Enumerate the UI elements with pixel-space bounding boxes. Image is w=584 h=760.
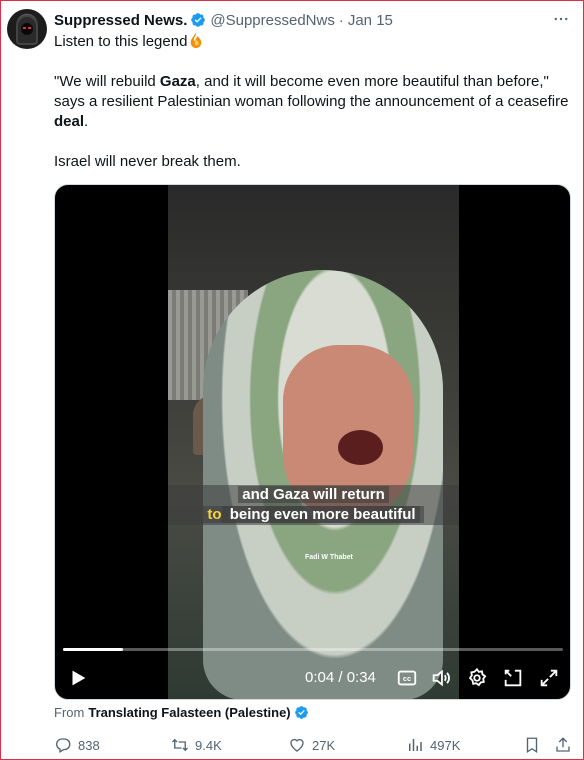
- video-progress-bar[interactable]: [63, 648, 563, 651]
- verified-badge-icon: [294, 706, 308, 719]
- tweet-closing: Israel will never break them.: [54, 153, 241, 170]
- author-handle[interactable]: @SuppressedNws: [210, 12, 334, 29]
- tweet-quote: "We will rebuild Gaza, and it will becom…: [54, 73, 569, 130]
- separator-dot: ·: [338, 11, 344, 29]
- repost-icon: [172, 738, 188, 752]
- repost-count: 9.4K: [195, 737, 222, 753]
- tweet-line-1: Listen to this legend: [54, 32, 574, 52]
- tweet-date[interactable]: Jan 15: [348, 12, 393, 29]
- video-source: From Translating Falasteen (Palestine): [54, 705, 309, 720]
- repost-button[interactable]: 9.4K: [171, 734, 222, 756]
- video-subtitle: and Gaza will return to being even more …: [168, 485, 459, 525]
- tweet-header: Suppressed News. @SuppressedNws · Jan 15: [54, 10, 393, 30]
- tweet-actions: 838 9.4K 27K 497K: [54, 734, 574, 756]
- heart-icon: [290, 738, 304, 752]
- more-options-icon[interactable]: [552, 10, 570, 28]
- svg-text:cc: cc: [403, 674, 411, 683]
- verified-badge-icon: [191, 13, 206, 27]
- video-progress-fill: [63, 648, 123, 651]
- tweet-text: Listen to this legend "We will rebuild G…: [54, 32, 574, 192]
- like-count: 27K: [312, 737, 336, 753]
- video-controls: 0:04 / 0:34 cc: [55, 663, 570, 693]
- like-button[interactable]: 27K: [288, 734, 335, 756]
- avatar[interactable]: [7, 9, 47, 49]
- fullscreen-icon[interactable]: [538, 667, 560, 689]
- video-player[interactable]: and Gaza will return to being even more …: [54, 184, 571, 700]
- hashtag-deal: deal: [54, 113, 85, 130]
- video-frame: and Gaza will return to being even more …: [168, 185, 459, 699]
- reply-button[interactable]: 838: [54, 734, 100, 756]
- author-name[interactable]: Suppressed News.: [54, 12, 187, 29]
- views-chart-icon: [409, 739, 422, 751]
- video-time: 0:04 / 0:34: [305, 669, 376, 686]
- captions-icon[interactable]: cc: [396, 667, 418, 689]
- picture-in-picture-icon[interactable]: [502, 667, 524, 689]
- play-icon[interactable]: [67, 667, 89, 689]
- video-credit: Fadi W Thabet: [305, 554, 353, 561]
- reply-icon: [56, 738, 71, 753]
- views-button[interactable]: 497K: [406, 734, 460, 756]
- reply-count: 838: [78, 737, 100, 753]
- source-prefix: From: [54, 705, 85, 720]
- source-account-link[interactable]: Translating Falasteen (Palestine): [88, 705, 290, 720]
- share-icon[interactable]: [554, 736, 572, 754]
- hashtag-gaza: Gaza: [159, 73, 196, 90]
- settings-gear-icon[interactable]: [466, 667, 488, 689]
- bookmark-icon[interactable]: [523, 736, 541, 754]
- fire-emoji-icon: [191, 32, 202, 48]
- views-count: 497K: [430, 737, 461, 753]
- volume-icon[interactable]: [430, 667, 452, 689]
